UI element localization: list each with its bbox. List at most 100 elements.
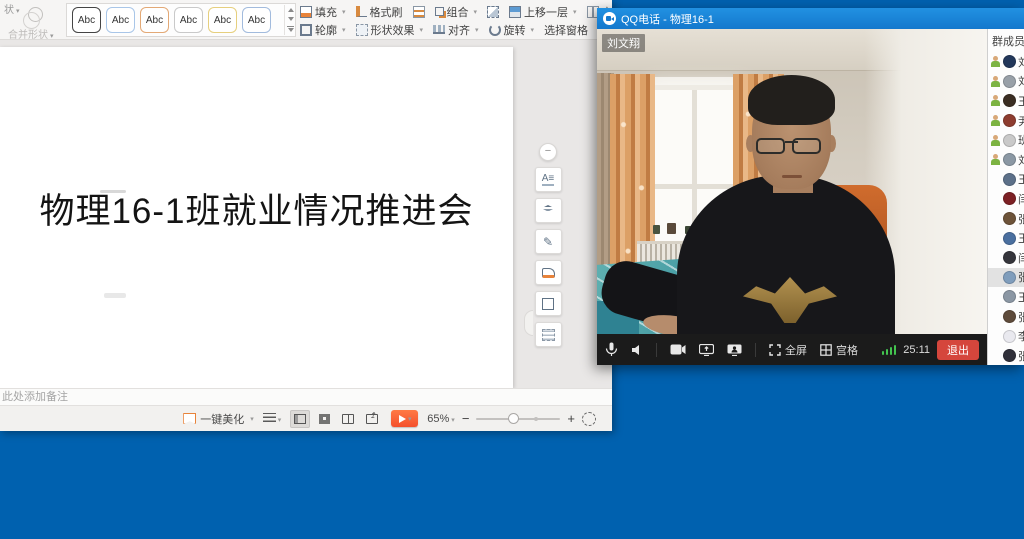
member-row[interactable]: 张 bbox=[988, 307, 1024, 327]
slide-canvas[interactable]: 物理16-1班就业情况推进会 bbox=[0, 47, 513, 388]
video-call-area: 刘文翔 bbox=[597, 29, 987, 365]
outline-icon bbox=[300, 24, 312, 36]
fullscreen-button[interactable]: 全屏 bbox=[769, 342, 807, 358]
member-list: 刘 刘 王 bbox=[988, 52, 1024, 365]
reading-view-button[interactable] bbox=[338, 410, 358, 428]
shape-style-option[interactable]: Abc bbox=[208, 7, 237, 33]
format-painter-button[interactable]: 格式刷 bbox=[356, 4, 403, 20]
normal-view-button[interactable] bbox=[290, 410, 310, 428]
position-icon-button[interactable] bbox=[413, 6, 425, 18]
qq-titlebar[interactable]: QQ电话 - 物理16-1 bbox=[597, 8, 1024, 29]
toolbar-collapse-button[interactable]: − bbox=[539, 143, 557, 161]
shape-menu-partial[interactable]: 状 bbox=[4, 1, 20, 16]
outline-button[interactable]: 轮廓 bbox=[300, 22, 346, 38]
shape-fill-button[interactable] bbox=[535, 260, 562, 285]
shape-style-option[interactable]: Abc bbox=[140, 7, 169, 33]
zoom-slider-thumb[interactable] bbox=[508, 413, 519, 424]
speaker-button[interactable] bbox=[631, 344, 643, 356]
ribbon-arrange-group: 填充 格式刷 组合 上移一层 高 轮廓 形状效果 对齐 旋转 选择窗格 下移一层 bbox=[300, 2, 610, 38]
slide-title-text[interactable]: 物理16-1班就业情况推进会 bbox=[0, 183, 513, 234]
camera-button[interactable] bbox=[670, 344, 686, 355]
member-row[interactable]: 李 bbox=[988, 326, 1024, 346]
shape-style-option[interactable]: Abc bbox=[72, 7, 101, 33]
member-row[interactable]: 张 bbox=[988, 346, 1024, 365]
slideshow-play-button[interactable] bbox=[391, 410, 418, 427]
placeholder-grid-button[interactable] bbox=[535, 322, 562, 347]
panel-collapse-handle[interactable] bbox=[524, 310, 533, 336]
exit-call-button[interactable]: 退出 bbox=[937, 340, 979, 360]
member-row[interactable]: 刘 bbox=[988, 72, 1024, 92]
member-row[interactable]: 张 bbox=[988, 209, 1024, 229]
select-objects-button[interactable] bbox=[487, 6, 499, 18]
member-avatar bbox=[1003, 349, 1016, 362]
grid-view-label: 宫格 bbox=[836, 342, 858, 358]
member-name: 闫 bbox=[1018, 191, 1024, 207]
person-mouth bbox=[782, 175, 802, 178]
member-name: 王 bbox=[1018, 230, 1024, 246]
video-feed[interactable]: 刘文翔 bbox=[597, 29, 987, 334]
member-row[interactable]: 闫 bbox=[988, 189, 1024, 209]
status-bar: 一键美化 65% − + bbox=[0, 405, 612, 431]
shape-effects-button[interactable]: 形状效果 bbox=[356, 22, 424, 38]
member-row[interactable]: 尹 bbox=[988, 111, 1024, 131]
shape-style-option[interactable]: Abc bbox=[174, 7, 203, 33]
person-glasses bbox=[756, 138, 827, 155]
bring-forward-button[interactable]: 上移一层 bbox=[509, 4, 577, 20]
member-row[interactable]: 王 bbox=[988, 287, 1024, 307]
qq-call-window: QQ电话 - 物理16-1 bbox=[597, 8, 1024, 365]
member-avatar bbox=[1003, 75, 1016, 88]
member-row[interactable]: 张 bbox=[988, 268, 1024, 288]
notes-toggle-button[interactable] bbox=[263, 413, 282, 425]
reading-view-icon bbox=[342, 414, 354, 424]
fill-button[interactable]: 填充 bbox=[300, 4, 346, 20]
member-avatar bbox=[1003, 251, 1016, 264]
member-name: 刘 bbox=[1018, 54, 1024, 70]
notes-bar[interactable]: 此处添加备注 bbox=[0, 388, 612, 405]
fullscreen-label: 全屏 bbox=[785, 342, 807, 358]
member-row[interactable]: 闫 bbox=[988, 248, 1024, 268]
zoom-in-button[interactable]: + bbox=[567, 411, 575, 426]
member-row[interactable]: 刘 bbox=[988, 150, 1024, 170]
beautify-button[interactable]: 一键美化 bbox=[183, 411, 254, 427]
zoom-slider[interactable] bbox=[476, 418, 560, 420]
select-objects-icon bbox=[487, 6, 499, 18]
zoom-slider-tick bbox=[534, 417, 538, 421]
slide-sorter-view-button[interactable] bbox=[314, 410, 334, 428]
pen-icon: ✎ bbox=[543, 235, 553, 249]
member-avatar bbox=[1003, 192, 1016, 205]
zoom-out-button[interactable]: − bbox=[462, 411, 470, 426]
layers-button[interactable] bbox=[535, 198, 562, 223]
member-row[interactable]: 王 bbox=[988, 228, 1024, 248]
pen-style-button[interactable]: ✎ bbox=[535, 229, 562, 254]
shape-fill-icon bbox=[542, 268, 555, 278]
shape-style-option[interactable]: Abc bbox=[242, 7, 271, 33]
grid-view-button[interactable]: 宫格 bbox=[820, 342, 858, 358]
screen-share-button[interactable] bbox=[699, 344, 714, 356]
gallery-scroll-down-icon[interactable] bbox=[288, 17, 294, 21]
qq-window-title: QQ电话 - 物理16-1 bbox=[621, 11, 714, 27]
member-row[interactable]: 班 bbox=[988, 130, 1024, 150]
member-row[interactable]: 王 bbox=[988, 170, 1024, 190]
group-icon bbox=[435, 7, 444, 16]
align-button[interactable]: 对齐 bbox=[433, 22, 479, 38]
member-row[interactable]: 王 bbox=[988, 91, 1024, 111]
fit-to-window-button[interactable] bbox=[582, 412, 596, 426]
whiteboard-button[interactable] bbox=[727, 344, 742, 356]
gallery-scroll-up-icon[interactable] bbox=[288, 8, 294, 12]
selection-pane-button[interactable]: 选择窗格 bbox=[544, 22, 588, 38]
group-button[interactable]: 组合 bbox=[435, 4, 478, 20]
fill-icon bbox=[300, 6, 312, 18]
shape-style-option[interactable]: Abc bbox=[106, 7, 135, 33]
share-view-icon bbox=[366, 414, 378, 424]
text-format-button[interactable]: A≡ bbox=[535, 167, 562, 192]
zoom-level-text[interactable]: 65% bbox=[427, 413, 455, 425]
share-view-button[interactable] bbox=[362, 410, 382, 428]
member-row[interactable]: 刘 bbox=[988, 52, 1024, 72]
frame-button[interactable] bbox=[535, 291, 562, 316]
gallery-more-icon[interactable] bbox=[287, 26, 294, 32]
beautify-icon bbox=[183, 413, 196, 424]
member-avatar bbox=[1003, 94, 1016, 107]
microphone-button[interactable] bbox=[605, 342, 618, 357]
merge-shapes-button[interactable]: 合并形状 bbox=[8, 26, 54, 40]
rotate-button[interactable]: 旋转 bbox=[489, 22, 535, 38]
